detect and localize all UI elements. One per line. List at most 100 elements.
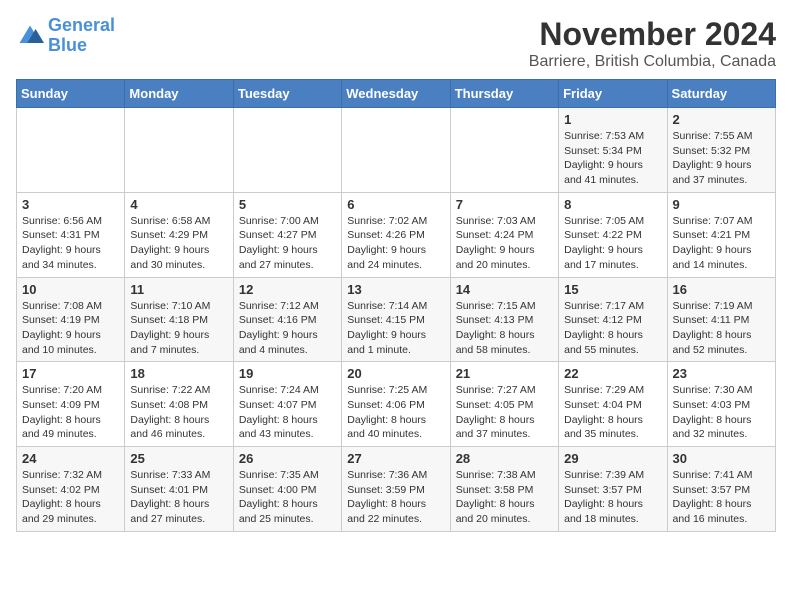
column-header-saturday: Saturday bbox=[667, 80, 775, 108]
calendar-cell: 10 Sunrise: 7:08 AM Sunset: 4:19 PM Dayli… bbox=[17, 277, 125, 362]
day-number: 14 bbox=[456, 282, 553, 297]
day-number: 13 bbox=[347, 282, 444, 297]
calendar-cell: 17 Sunrise: 7:20 AM Sunset: 4:09 PM Dayli… bbox=[17, 362, 125, 447]
logo-line1: General bbox=[48, 15, 115, 35]
day-info: Sunrise: 7:53 AM Sunset: 5:34 PM Dayligh… bbox=[564, 129, 661, 188]
header-row: SundayMondayTuesdayWednesdayThursdayFrid… bbox=[17, 80, 776, 108]
day-number: 29 bbox=[564, 451, 661, 466]
day-info: Sunrise: 7:02 AM Sunset: 4:26 PM Dayligh… bbox=[347, 214, 444, 273]
day-info: Sunrise: 7:20 AM Sunset: 4:09 PM Dayligh… bbox=[22, 383, 119, 442]
day-number: 23 bbox=[673, 366, 770, 381]
day-info: Sunrise: 7:15 AM Sunset: 4:13 PM Dayligh… bbox=[456, 299, 553, 358]
day-number: 22 bbox=[564, 366, 661, 381]
week-row-1: 1 Sunrise: 7:53 AM Sunset: 5:34 PM Daylig… bbox=[17, 108, 776, 193]
day-info: Sunrise: 7:22 AM Sunset: 4:08 PM Dayligh… bbox=[130, 383, 227, 442]
day-number: 7 bbox=[456, 197, 553, 212]
calendar-cell bbox=[450, 108, 558, 193]
week-row-4: 17 Sunrise: 7:20 AM Sunset: 4:09 PM Dayli… bbox=[17, 362, 776, 447]
logo-text: General Blue bbox=[48, 16, 115, 56]
calendar-cell: 2 Sunrise: 7:55 AM Sunset: 5:32 PM Daylig… bbox=[667, 108, 775, 193]
calendar-cell: 26Sunrise: 7:35 AM Sunset: 4:00 PM Dayli… bbox=[233, 447, 341, 532]
calendar-cell: 1 Sunrise: 7:53 AM Sunset: 5:34 PM Daylig… bbox=[559, 108, 667, 193]
logo-icon bbox=[16, 22, 44, 50]
day-number: 24 bbox=[22, 451, 119, 466]
calendar-cell: 4 Sunrise: 6:58 AM Sunset: 4:29 PM Daylig… bbox=[125, 192, 233, 277]
day-info: Sunrise: 7:39 AM Sunset: 3:57 PM Dayligh… bbox=[564, 468, 661, 527]
column-header-wednesday: Wednesday bbox=[342, 80, 450, 108]
day-info: Sunrise: 7:25 AM Sunset: 4:06 PM Dayligh… bbox=[347, 383, 444, 442]
day-info: Sunrise: 7:14 AM Sunset: 4:15 PM Dayligh… bbox=[347, 299, 444, 358]
day-info: Sunrise: 7:17 AM Sunset: 4:12 PM Dayligh… bbox=[564, 299, 661, 358]
column-header-tuesday: Tuesday bbox=[233, 80, 341, 108]
day-number: 28 bbox=[456, 451, 553, 466]
day-number: 30 bbox=[673, 451, 770, 466]
day-number: 2 bbox=[673, 112, 770, 127]
day-info: Sunrise: 7:05 AM Sunset: 4:22 PM Dayligh… bbox=[564, 214, 661, 273]
day-number: 1 bbox=[564, 112, 661, 127]
day-info: Sunrise: 7:29 AM Sunset: 4:04 PM Dayligh… bbox=[564, 383, 661, 442]
calendar-cell: 11 Sunrise: 7:10 AM Sunset: 4:18 PM Dayli… bbox=[125, 277, 233, 362]
calendar-cell: 7 Sunrise: 7:03 AM Sunset: 4:24 PM Daylig… bbox=[450, 192, 558, 277]
calendar-cell bbox=[342, 108, 450, 193]
header: General Blue November 2024 Barriere, Bri… bbox=[16, 16, 776, 71]
day-info: Sunrise: 7:36 AM Sunset: 3:59 PM Dayligh… bbox=[347, 468, 444, 527]
calendar-cell: 13 Sunrise: 7:14 AM Sunset: 4:15 PM Dayli… bbox=[342, 277, 450, 362]
day-number: 26 bbox=[239, 451, 336, 466]
calendar-cell: 16 Sunrise: 7:19 AM Sunset: 4:11 PM Dayli… bbox=[667, 277, 775, 362]
day-number: 27 bbox=[347, 451, 444, 466]
logo: General Blue bbox=[16, 16, 115, 56]
calendar-cell: 24 Sunrise: 7:32 AM Sunset: 4:02 PM Dayli… bbox=[17, 447, 125, 532]
calendar-cell: 18 Sunrise: 7:22 AM Sunset: 4:08 PM Dayli… bbox=[125, 362, 233, 447]
calendar-cell: 9 Sunrise: 7:07 AM Sunset: 4:21 PM Daylig… bbox=[667, 192, 775, 277]
calendar-cell: 25 Sunrise: 7:33 AM Sunset: 4:01 PM Dayli… bbox=[125, 447, 233, 532]
day-info: Sunrise: 7:10 AM Sunset: 4:18 PM Dayligh… bbox=[130, 299, 227, 358]
day-number: 16 bbox=[673, 282, 770, 297]
logo-line2: Blue bbox=[48, 35, 87, 55]
day-number: 4 bbox=[130, 197, 227, 212]
day-info: Sunrise: 7:24 AM Sunset: 4:07 PM Dayligh… bbox=[239, 383, 336, 442]
day-info: Sunrise: 6:56 AM Sunset: 4:31 PM Dayligh… bbox=[22, 214, 119, 273]
day-number: 8 bbox=[564, 197, 661, 212]
day-info: Sunrise: 7:32 AM Sunset: 4:02 PM Dayligh… bbox=[22, 468, 119, 527]
day-number: 25 bbox=[130, 451, 227, 466]
day-number: 21 bbox=[456, 366, 553, 381]
calendar-cell: 15Sunrise: 7:17 AM Sunset: 4:12 PM Dayli… bbox=[559, 277, 667, 362]
day-number: 18 bbox=[130, 366, 227, 381]
calendar-cell: 19Sunrise: 7:24 AM Sunset: 4:07 PM Dayli… bbox=[233, 362, 341, 447]
calendar-table: SundayMondayTuesdayWednesdayThursdayFrid… bbox=[16, 79, 776, 532]
calendar-cell bbox=[17, 108, 125, 193]
day-number: 3 bbox=[22, 197, 119, 212]
calendar-cell: 14 Sunrise: 7:15 AM Sunset: 4:13 PM Dayli… bbox=[450, 277, 558, 362]
week-row-3: 10 Sunrise: 7:08 AM Sunset: 4:19 PM Dayli… bbox=[17, 277, 776, 362]
calendar-cell bbox=[125, 108, 233, 193]
day-info: Sunrise: 7:27 AM Sunset: 4:05 PM Dayligh… bbox=[456, 383, 553, 442]
column-header-monday: Monday bbox=[125, 80, 233, 108]
calendar-cell: 23 Sunrise: 7:30 AM Sunset: 4:03 PM Dayli… bbox=[667, 362, 775, 447]
day-info: Sunrise: 7:03 AM Sunset: 4:24 PM Dayligh… bbox=[456, 214, 553, 273]
day-number: 11 bbox=[130, 282, 227, 297]
calendar-cell: 27 Sunrise: 7:36 AM Sunset: 3:59 PM Dayli… bbox=[342, 447, 450, 532]
calendar-cell: 8 Sunrise: 7:05 AM Sunset: 4:22 PM Daylig… bbox=[559, 192, 667, 277]
calendar-cell: 21 Sunrise: 7:27 AM Sunset: 4:05 PM Dayli… bbox=[450, 362, 558, 447]
day-info: Sunrise: 6:58 AM Sunset: 4:29 PM Dayligh… bbox=[130, 214, 227, 273]
week-row-2: 3 Sunrise: 6:56 AM Sunset: 4:31 PM Daylig… bbox=[17, 192, 776, 277]
day-number: 9 bbox=[673, 197, 770, 212]
day-info: Sunrise: 7:30 AM Sunset: 4:03 PM Dayligh… bbox=[673, 383, 770, 442]
column-header-sunday: Sunday bbox=[17, 80, 125, 108]
day-info: Sunrise: 7:33 AM Sunset: 4:01 PM Dayligh… bbox=[130, 468, 227, 527]
calendar-cell: 22 Sunrise: 7:29 AM Sunset: 4:04 PM Dayli… bbox=[559, 362, 667, 447]
day-number: 6 bbox=[347, 197, 444, 212]
day-info: Sunrise: 7:12 AM Sunset: 4:16 PM Dayligh… bbox=[239, 299, 336, 358]
day-info: Sunrise: 7:07 AM Sunset: 4:21 PM Dayligh… bbox=[673, 214, 770, 273]
day-number: 12 bbox=[239, 282, 336, 297]
day-number: 17 bbox=[22, 366, 119, 381]
calendar-cell: 28Sunrise: 7:38 AM Sunset: 3:58 PM Dayli… bbox=[450, 447, 558, 532]
main-title: November 2024 bbox=[529, 16, 776, 53]
column-header-thursday: Thursday bbox=[450, 80, 558, 108]
day-info: Sunrise: 7:08 AM Sunset: 4:19 PM Dayligh… bbox=[22, 299, 119, 358]
day-info: Sunrise: 7:19 AM Sunset: 4:11 PM Dayligh… bbox=[673, 299, 770, 358]
day-number: 10 bbox=[22, 282, 119, 297]
calendar-cell: 20Sunrise: 7:25 AM Sunset: 4:06 PM Dayli… bbox=[342, 362, 450, 447]
calendar-cell: 29 Sunrise: 7:39 AM Sunset: 3:57 PM Dayli… bbox=[559, 447, 667, 532]
day-info: Sunrise: 7:55 AM Sunset: 5:32 PM Dayligh… bbox=[673, 129, 770, 188]
